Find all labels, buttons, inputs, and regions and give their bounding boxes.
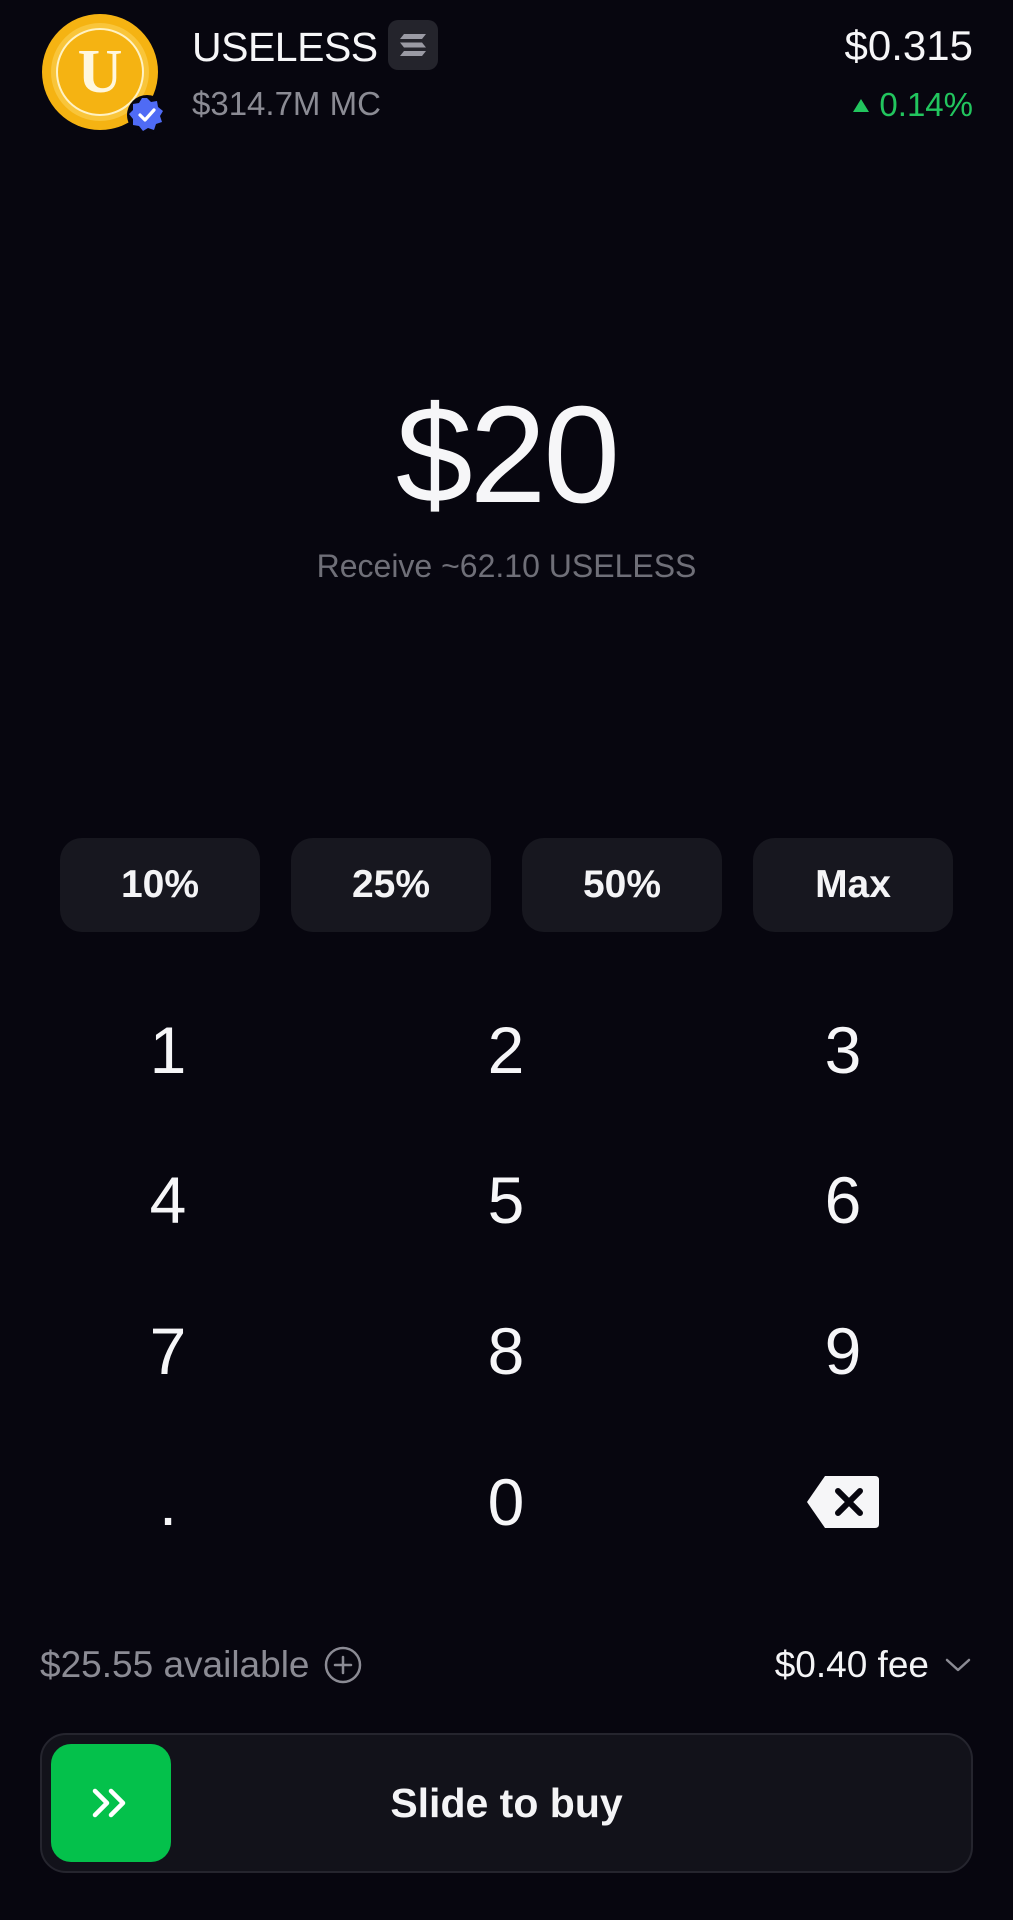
quick-amounts: 10% 25% 50% Max [60,838,953,932]
price-change: 0.14% [853,83,973,127]
key-8[interactable]: 8 [406,1291,606,1411]
add-funds-icon[interactable] [324,1646,362,1684]
key-backspace[interactable] [743,1442,943,1562]
key-0[interactable]: 0 [406,1442,606,1562]
key-9[interactable]: 9 [743,1291,943,1411]
chip-10-percent[interactable]: 10% [60,838,260,932]
key-6[interactable]: 6 [743,1140,943,1260]
chevron-down-icon [945,1658,971,1672]
market-cap: $314.7M MC [192,85,381,122]
chip-25-percent[interactable]: 25% [291,838,491,932]
backspace-icon [807,1476,879,1528]
chip-max[interactable]: Max [753,838,953,932]
key-5[interactable]: 5 [406,1140,606,1260]
available-balance-text: $25.55 available [40,1644,310,1685]
verified-badge-icon [127,95,167,135]
up-arrow-icon [853,98,870,112]
solana-chain-badge [388,20,438,70]
slider-handle[interactable] [51,1744,171,1862]
solana-icon [400,34,426,56]
receive-estimate: Receive ~62.10 USELESS [316,548,697,584]
token-logo: U [40,12,167,135]
price-change-value: 0.14% [879,86,973,123]
key-decimal[interactable]: . [68,1442,268,1562]
key-2[interactable]: 2 [406,990,606,1110]
token-price: $0.315 [844,22,973,69]
chip-50-percent[interactable]: 50% [522,838,722,932]
available-balance: $25.55 available [40,1640,362,1690]
key-7[interactable]: 7 [68,1291,268,1411]
double-chevron-right-icon [92,1788,126,1818]
fee-text: $0.40 fee [774,1644,929,1685]
slide-to-buy-label: Slide to buy [390,1779,623,1826]
key-1[interactable]: 1 [68,990,268,1110]
fee-selector[interactable]: $0.40 fee [775,1640,973,1690]
token-logo-letter: U [78,38,123,106]
amount-display: $20 [395,378,620,532]
token-name: USELESS [192,24,378,70]
key-4[interactable]: 4 [68,1140,268,1260]
slide-to-buy[interactable]: Slide to buy [40,1733,973,1873]
key-3[interactable]: 3 [743,990,943,1110]
